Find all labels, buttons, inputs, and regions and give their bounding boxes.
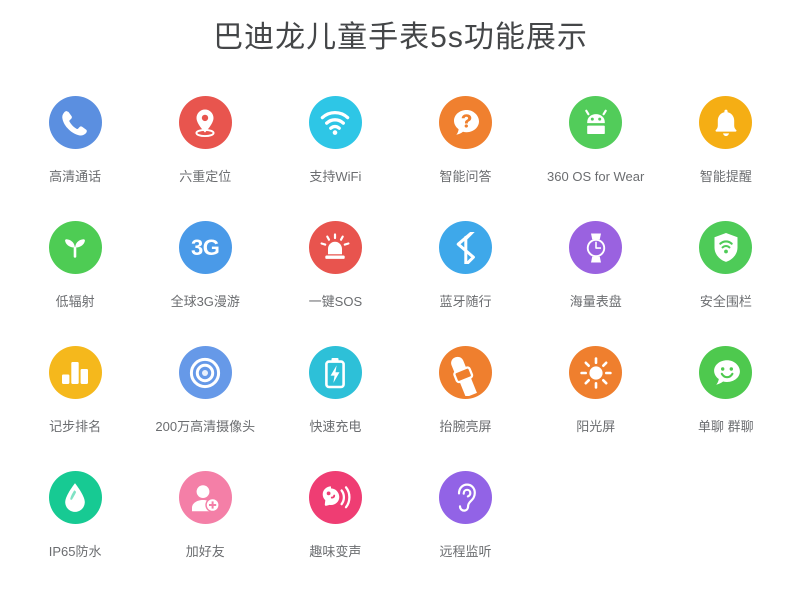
feature-item-camera[interactable]: 200万高清摄像头	[140, 346, 270, 435]
feature-item-sunlight-screen[interactable]: 阳光屏	[531, 346, 661, 435]
water-drop-icon	[65, 482, 85, 512]
shield-wifi-icon-badge[interactable]	[699, 221, 753, 274]
battery-charging-icon-badge[interactable]	[308, 346, 362, 399]
feature-item-360-os[interactable]: 360 OS for Wear	[531, 96, 661, 185]
feature-item-positioning[interactable]: 六重定位	[140, 96, 270, 185]
question-bubble-icon	[453, 109, 479, 135]
siren-alarm-icon	[320, 232, 350, 259]
feature-label: 六重定位	[179, 169, 232, 184]
wifi-icon-badge[interactable]	[308, 96, 362, 149]
bell-icon-badge[interactable]	[699, 96, 753, 149]
feature-label: 趣味变声	[309, 544, 362, 559]
bell-icon	[715, 109, 737, 136]
feature-label: 阳光屏	[576, 419, 616, 434]
location-pin-icon	[195, 109, 215, 137]
add-friend-icon	[192, 484, 221, 512]
phone-icon-badge[interactable]	[48, 96, 102, 149]
feature-item-waterproof[interactable]: IP65防水	[10, 471, 140, 560]
feature-item-smart-reminder[interactable]: 智能提醒	[661, 96, 791, 185]
feature-item-step-ranking[interactable]: 记步排名	[10, 346, 140, 435]
feature-label: 安全围栏	[699, 294, 752, 309]
feature-item-geofence[interactable]: 安全围栏	[661, 221, 791, 310]
feature-item-fast-charge[interactable]: 快速充电	[270, 346, 400, 435]
smiley-chat-icon-badge[interactable]	[699, 346, 753, 399]
android-robot-icon-badge[interactable]	[569, 96, 623, 149]
feature-label: 蓝牙随行	[439, 294, 492, 309]
feature-item-chat[interactable]: 单聊 群聊	[661, 346, 791, 435]
raise-wrist-icon	[450, 356, 477, 396]
bar-chart-icon	[62, 361, 89, 384]
feature-item-raise-to-wake[interactable]: 抬腕亮屏	[400, 346, 530, 435]
raise-wrist-icon-badge[interactable]	[439, 346, 493, 399]
wristwatch-icon	[586, 233, 605, 262]
voice-changer-icon	[323, 485, 351, 508]
feature-row: 高清通话 六重定位 支持WiFi 智能问答 360 OS for Wear 智能…	[10, 96, 791, 221]
bluetooth-icon-badge[interactable]	[439, 221, 493, 274]
android-robot-icon	[584, 109, 607, 134]
feature-item-wifi[interactable]: 支持WiFi	[270, 96, 400, 185]
feature-label: 智能问答	[439, 169, 492, 184]
location-pin-icon-badge[interactable]	[178, 96, 232, 149]
shield-wifi-icon	[714, 233, 738, 262]
sun-icon	[580, 356, 612, 389]
feature-item-remote-listen[interactable]: 远程监听	[400, 471, 530, 560]
wristwatch-icon-badge[interactable]	[569, 221, 623, 274]
feature-label: 360 OS for Wear	[547, 169, 645, 184]
ear-listen-icon	[457, 483, 476, 512]
feature-label: 高清通话	[49, 169, 102, 184]
feature-item-3g-roaming[interactable]: 3G 全球3G漫游	[140, 221, 270, 310]
water-drop-icon-badge[interactable]	[48, 471, 102, 524]
wifi-icon	[321, 110, 350, 135]
3g-text-icon-badge[interactable]: 3G	[178, 221, 232, 274]
sun-icon-badge[interactable]	[569, 346, 623, 399]
feature-showcase-page: 巴迪龙儿童手表5s功能展示 高清通话 六重定位 支持WiFi 智能问答 360 …	[0, 0, 801, 595]
feature-label: 支持WiFi	[309, 169, 362, 184]
feature-label: IP65防水	[48, 544, 102, 559]
siren-alarm-icon-badge[interactable]	[308, 221, 362, 274]
add-friend-icon-badge[interactable]	[178, 471, 232, 524]
feature-item-bluetooth[interactable]: 蓝牙随行	[400, 221, 530, 310]
feature-item-watch-faces[interactable]: 海量表盘	[531, 221, 661, 310]
feature-row: 记步排名 200万高清摄像头 快速充电 抬腕亮屏 阳光屏 单聊 群聊	[10, 346, 791, 471]
3g-text-icon: 3G	[191, 235, 220, 260]
feature-row: 低辐射 3G 全球3G漫游 一键SOS 蓝牙随行 海量表盘 安全围栏	[10, 221, 791, 346]
voice-changer-icon-badge[interactable]	[308, 471, 362, 524]
bluetooth-icon	[456, 231, 475, 264]
feature-label: 远程监听	[439, 544, 492, 559]
feature-label: 200万高清摄像头	[155, 419, 256, 434]
feature-item-low-radiation[interactable]: 低辐射	[10, 221, 140, 310]
battery-charging-icon	[325, 357, 346, 388]
feature-label: 低辐射	[55, 294, 95, 309]
sprout-icon	[65, 238, 86, 258]
page-title: 巴迪龙儿童手表5s功能展示	[213, 21, 588, 54]
feature-label: 单聊 群聊	[698, 419, 754, 434]
feature-item-voice-changer[interactable]: 趣味变声	[270, 471, 400, 560]
feature-label: 一键SOS	[308, 294, 363, 309]
feature-grid: 高清通话 六重定位 支持WiFi 智能问答 360 OS for Wear 智能…	[10, 96, 791, 596]
sprout-icon-badge[interactable]	[48, 221, 102, 274]
feature-label: 全球3G漫游	[170, 294, 240, 309]
bar-chart-icon-badge[interactable]	[48, 346, 102, 399]
feature-item-add-friend[interactable]: 加好友	[140, 471, 270, 560]
feature-label: 智能提醒	[699, 169, 752, 184]
phone-icon	[62, 110, 87, 136]
feature-label: 海量表盘	[569, 294, 622, 309]
smiley-chat-icon	[713, 359, 740, 385]
feature-label: 加好友	[185, 544, 225, 559]
feature-label: 抬腕亮屏	[439, 419, 492, 434]
ear-listen-icon-badge[interactable]	[439, 471, 493, 524]
feature-label: 记步排名	[49, 419, 102, 434]
feature-item-sos[interactable]: 一键SOS	[270, 221, 400, 310]
feature-item-hd-call[interactable]: 高清通话	[10, 96, 140, 185]
feature-row: IP65防水 加好友 趣味变声 远程监听	[10, 471, 791, 596]
camera-lens-icon	[190, 357, 221, 388]
feature-item-smart-qa[interactable]: 智能问答	[400, 96, 530, 185]
camera-lens-icon-badge[interactable]	[178, 346, 232, 399]
feature-label: 快速充电	[309, 419, 362, 434]
question-bubble-icon-badge[interactable]	[439, 96, 493, 149]
